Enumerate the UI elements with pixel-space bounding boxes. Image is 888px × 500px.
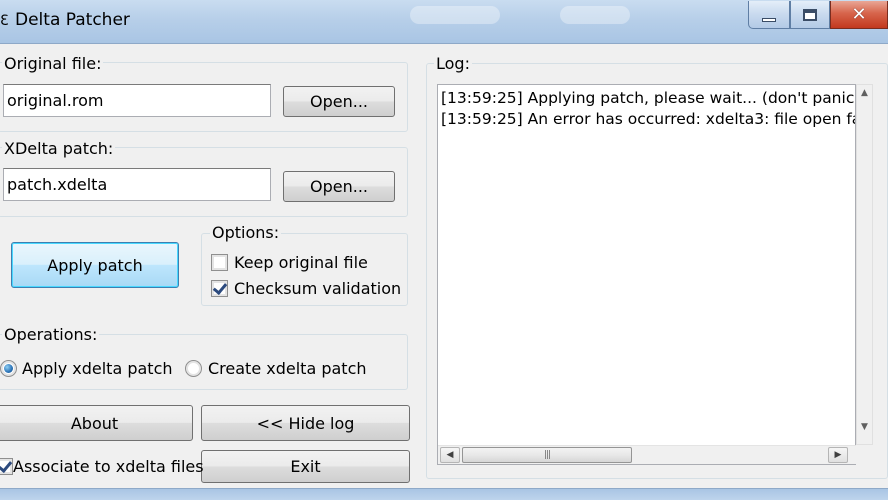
about-button[interactable]: About (0, 405, 193, 441)
scroll-right-icon[interactable]: ▶ (828, 447, 848, 463)
glass-highlight (410, 6, 500, 24)
associate-checkbox[interactable] (0, 458, 13, 475)
original-file-label: Original file: (2, 54, 104, 74)
operations-label: Operations: (2, 325, 100, 345)
checksum-checkbox[interactable] (211, 280, 228, 297)
scroll-up-icon[interactable]: ▲ (857, 85, 872, 100)
log-horizontal-scrollbar[interactable]: ◀ ||| ▶ (438, 445, 856, 464)
apply-patch-button[interactable]: Apply patch (11, 242, 179, 288)
scroll-grip-icon: ||| (543, 450, 551, 460)
xdelta-patch-label: XDelta patch: (2, 139, 116, 159)
checksum-label[interactable]: Checksum validation (234, 279, 401, 299)
minimize-icon (762, 17, 776, 22)
window-title: Delta Patcher (15, 10, 130, 30)
scroll-left-icon[interactable]: ◀ (440, 447, 460, 463)
create-xdelta-radio[interactable] (185, 360, 202, 377)
open-original-button[interactable]: Open... (283, 86, 395, 117)
xdelta-patch-input[interactable]: patch.xdelta (3, 168, 271, 201)
app-icon: Ɛ (0, 13, 8, 29)
keep-original-checkbox[interactable] (211, 254, 228, 271)
create-xdelta-label[interactable]: Create xdelta patch (208, 359, 367, 379)
log-label: Log: (434, 54, 472, 74)
apply-xdelta-label[interactable]: Apply xdelta patch (22, 359, 173, 379)
log-vertical-scrollbar[interactable]: ▲ ▼ (856, 84, 873, 445)
log-textbox[interactable]: [13:59:25] Applying patch, please wait..… (437, 84, 856, 465)
open-patch-button[interactable]: Open... (283, 171, 395, 202)
close-icon: ✕ (851, 3, 867, 25)
exit-button[interactable]: Exit (201, 450, 410, 483)
log-line: [13:59:25] An error has occurred: xdelta… (441, 110, 856, 128)
keep-original-label[interactable]: Keep original file (234, 253, 368, 273)
apply-xdelta-radio[interactable] (0, 360, 17, 377)
log-lines: [13:59:25] Applying patch, please wait..… (438, 88, 856, 444)
maximize-icon (803, 8, 817, 21)
associate-label[interactable]: Associate to xdelta files (13, 457, 204, 477)
maximize-button[interactable] (790, 1, 830, 29)
scrollbar-corner (856, 445, 873, 464)
title-bar[interactable]: Ɛ Delta Patcher ✕ (0, 0, 888, 44)
window-bottom-border (0, 488, 888, 500)
original-file-input[interactable]: original.rom (3, 84, 271, 117)
scroll-down-icon[interactable]: ▼ (857, 419, 872, 434)
options-label: Options: (210, 223, 282, 243)
horizontal-scroll-thumb[interactable]: ||| (462, 447, 632, 463)
hide-log-button[interactable]: << Hide log (201, 405, 410, 441)
close-button[interactable]: ✕ (830, 1, 888, 29)
minimize-button[interactable] (748, 1, 790, 29)
log-line: [13:59:25] Applying patch, please wait..… (441, 89, 856, 107)
glass-highlight (560, 6, 630, 24)
